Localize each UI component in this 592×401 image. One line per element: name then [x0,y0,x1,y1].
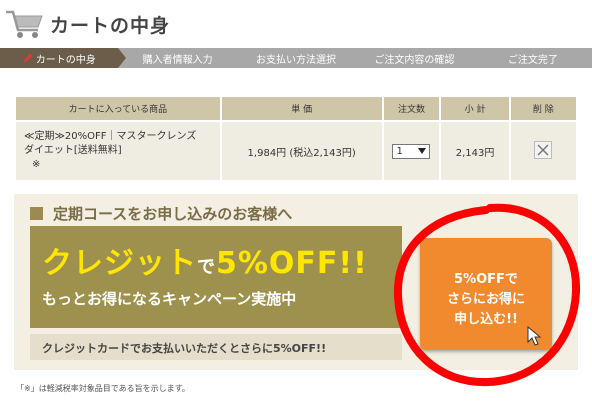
close-icon [537,144,549,156]
banner-title-part2: で [197,257,216,278]
cart-table: カートに入っている商品 単 価 注文数 小 計 削 除 ≪定期≫20%OFF｜マ… [14,95,578,182]
promo-heading-text: 定期コースをお申し込みのお客様へ [53,205,293,223]
step-label: 購入者情報入力 [142,54,213,66]
step-confirm: ご注文内容の確認 [355,48,483,68]
header-product: カートに入っている商品 [16,97,220,120]
banner-title-part3: 5%OFF!! [216,246,368,281]
product-name-cell: ≪定期≫20%OFF｜マスタークレンズ ダイエット[送料無料] ※ [16,122,220,180]
step-complete: ご注文完了 [473,48,592,68]
product-name[interactable]: ≪定期≫20%OFF｜マスタークレンズ [24,130,220,144]
step-buyer-info: 購入者情報入力 [118,48,246,68]
pencil-icon [23,54,32,62]
table-row: ≪定期≫20%OFF｜マスタークレンズ ダイエット[送料無料] ※ 1,984円… [16,122,576,180]
product-name-2[interactable]: ダイエット[送料無料] [24,144,220,158]
tax-mark: ※ [32,159,41,170]
header: カートの中身 [0,0,592,46]
banner-title-part1: クレジット [42,246,197,281]
page-title: カートの中身 [50,15,171,37]
chevron-down-icon [418,148,427,154]
header-qty: 注文数 [383,97,440,120]
qty-cell: 1 [383,122,440,180]
banner-subtitle: もっとお得になるキャンペーン実施中 [42,290,297,308]
step-label: ご注文内容の確認 [374,54,455,66]
promo-footer: クレジットカードでお支払いいただくとさらに5%OFF!! [30,334,402,360]
heading-square-icon [30,207,43,220]
cta-line-3: 申し込む!! [454,312,518,327]
footnote: 「※」は軽減税率対象品目である旨を示します。 [16,384,190,393]
delete-cell [510,122,576,180]
step-cart: カートの中身 [0,48,127,68]
delete-button[interactable] [534,141,553,159]
header-subtotal: 小 計 [441,97,509,120]
checkout-steps: カートの中身 購入者情報入力 お支払い方法選択 ご注文内容の確認 ご注文完了 [0,48,592,68]
subtotal: 2,143円 [441,122,509,180]
unit-price: 1,984円 (税込2,143円) [221,122,382,180]
table-header-row: カートに入っている商品 単 価 注文数 小 計 削 除 [16,97,576,120]
header-price: 単 価 [221,97,382,120]
promo-heading: 定期コースをお申し込みのお客様へ [30,203,292,224]
cursor-icon [527,326,542,346]
quantity-value: 1 [396,145,403,157]
step-label: お支払い方法選択 [256,54,337,66]
banner-title: クレジットで5%OFF!! [42,238,368,282]
quantity-select[interactable]: 1 [392,143,431,159]
cta-line-1: 5%OFFで [454,272,518,287]
cta-line-2: さらにお得に [446,292,525,307]
promo-footer-text: クレジットカードでお支払いいただくとさらに5%OFF!! [42,342,327,355]
credit-banner[interactable]: クレジットで5%OFF!! もっとお得になるキャンペーン実施中 [30,226,402,328]
header-delete: 削 除 [510,97,576,120]
step-payment: お支払い方法選択 [236,48,364,68]
step-label: ご注文完了 [507,54,558,66]
discount-apply-button[interactable]: 5%OFFで さらにお得に 申し込む!! [420,238,552,350]
cart-icon [6,10,43,38]
step-label: カートの中身 [35,54,96,66]
